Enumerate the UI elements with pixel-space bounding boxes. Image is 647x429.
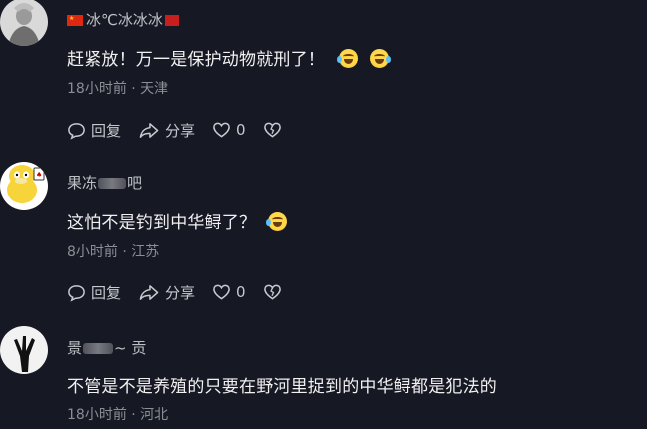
share-icon [139,284,159,300]
comment-body: 这怕不是钓到中华鲟了？ [67,213,257,233]
like-count: 0 [236,121,246,139]
reply-button[interactable]: 回复 [67,120,121,141]
share-icon [139,122,159,138]
laugh-cry-emoji [337,49,358,68]
comment-meta: 18小时前 · 河北 [67,407,169,423]
dislike-button[interactable] [263,121,287,139]
reply-label: 回复 [91,283,122,302]
dislike-button[interactable] [263,283,287,301]
blurred-username [83,343,114,354]
reply-button[interactable]: 回复 [67,282,121,303]
china-flag-icon [67,15,83,26]
username-tail: ~ 贡 [114,339,147,357]
like-button[interactable]: 0 [212,283,246,301]
username[interactable]: 冰℃冰冰冰 [67,9,179,30]
comment-item: ♠ 果冻 吧 这怕不是钓到中华鲟了？ 8小时前 · 江苏 回复 分享 0 [0,160,647,320]
comment-item: 冰℃冰冰冰 赶紧放！万一是保护动物就刑了！ 18小时前 · 天津 回复 分享 0 [0,0,647,160]
comment-actions: 回复 分享 0 [67,282,304,302]
username[interactable]: 果冻 吧 [67,172,142,193]
username-tail: 吧 [127,174,143,192]
laugh-cry-emoji [370,49,391,68]
reply-icon [68,122,85,140]
comment-item: 景 ~ 贡 不管是不是养殖的只要在野河里捉到的中华鲟都是犯法的 18小时前 · 河… [0,320,647,429]
like-count: 0 [236,283,246,301]
comment-text: 这怕不是钓到中华鲟了？ [67,208,288,233]
comment-body: 不管是不是养殖的只要在野河里捉到的中华鲟都是犯法的 [67,377,497,397]
comment-text: 赶紧放！万一是保护动物就刑了！ [67,45,391,70]
reply-label: 回复 [91,121,122,140]
comment-meta: 8小时前 · 江苏 [67,244,160,260]
comment-body: 赶紧放！万一是保护动物就刑了！ [67,50,325,70]
avatar[interactable] [0,0,48,46]
comment-text: 不管是不是养殖的只要在野河里捉到的中华鲟都是犯法的 [67,372,497,397]
username[interactable]: 景 ~ 贡 [67,337,146,358]
username-text: 果冻 [67,174,98,192]
dislike-icon [263,284,281,300]
dislike-icon [263,122,281,138]
share-button[interactable]: 分享 [138,282,195,303]
share-label: 分享 [165,121,196,140]
blurred-username [98,178,127,189]
comment-meta: 18小时前 · 天津 [67,81,169,97]
comment-actions: 回复 分享 0 [67,120,304,140]
svg-text:♠: ♠ [36,171,42,179]
like-button[interactable]: 0 [212,121,246,139]
avatar[interactable]: ♠ [0,162,48,210]
laugh-cry-emoji [266,212,288,231]
avatar[interactable] [0,326,48,374]
username-text: 景 [67,339,83,357]
red-emoji-icon [164,15,179,26]
reply-icon [68,284,85,302]
like-icon [213,284,230,300]
username-text: 冰℃冰冰冰 [86,11,163,29]
share-button[interactable]: 分享 [138,120,195,141]
share-label: 分享 [165,283,196,302]
like-icon [213,122,230,138]
